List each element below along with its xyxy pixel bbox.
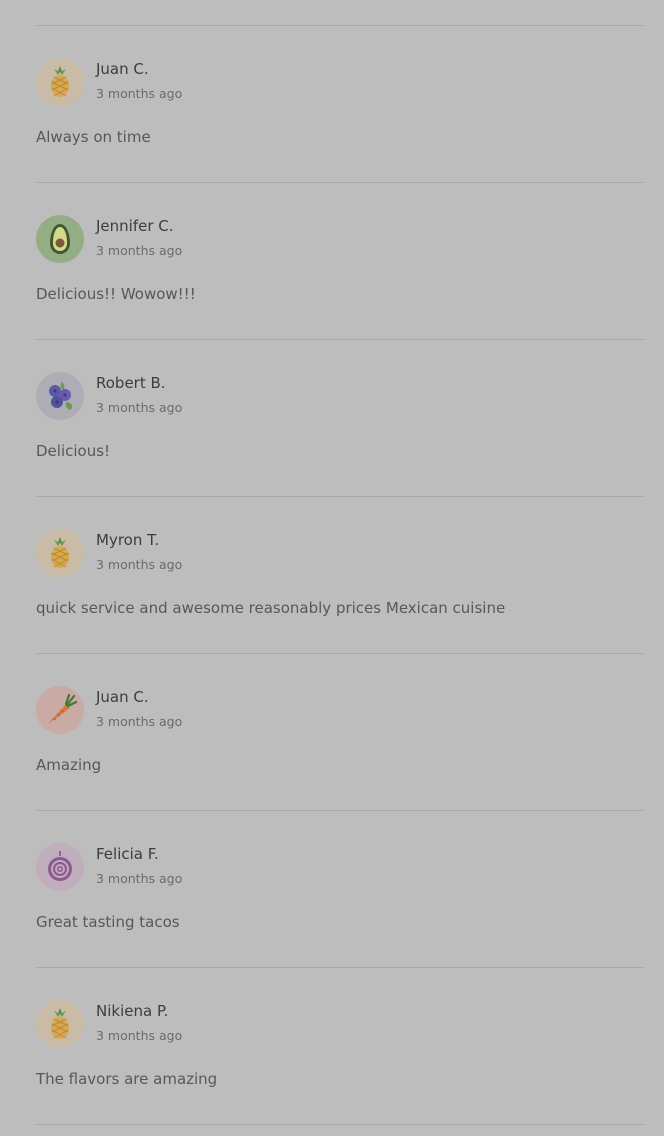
reviewer-name: Juan C. [96, 688, 149, 706]
pineapple-icon [36, 529, 84, 577]
review-text: The flavors are amazing [36, 1070, 218, 1088]
reviewer-name: Felicia F. [96, 845, 159, 863]
reviewer-name: Robert B. [96, 374, 166, 392]
pineapple-icon [36, 58, 84, 106]
reviewer-name: Nikiena P. [96, 1002, 169, 1020]
review-text: Delicious!! Wowow!!! [36, 285, 196, 303]
review-item: Nikiena P. 3 months ago The flavors are am… [36, 968, 644, 1125]
review-text: quick service and awesome reasonably pri… [36, 599, 506, 617]
avocado-icon [36, 215, 84, 263]
onion-icon [36, 843, 84, 891]
blueberry-icon [36, 372, 84, 420]
review-timestamp: 3 months ago [96, 86, 183, 101]
review-item: Jennifer C. 3 months ago Delicious!! Wowow… [36, 183, 644, 340]
review-item: Juan C. 3 months ago Always on time [36, 26, 644, 183]
review-item: Juan C. 3 months ago Amazing [36, 654, 644, 811]
review-text: Amazing [36, 756, 102, 774]
review-text: Great tasting tacos [36, 913, 180, 931]
review-timestamp: 3 months ago [96, 400, 183, 415]
review-text: Delicious! [36, 442, 111, 460]
review-timestamp: 3 months ago [96, 1028, 183, 1043]
reviewer-name: Myron T. [96, 531, 160, 549]
review-text: Always on time [36, 128, 151, 146]
review-item: Robert B. 3 months ago Delicious! [36, 340, 644, 497]
reviews-list: Juan C. 3 months ago Always on time Jennife… [36, 25, 644, 1125]
review-item: Felicia F. 3 months ago Great tasting taco… [36, 811, 644, 968]
carrot-icon [36, 686, 84, 734]
review-timestamp: 3 months ago [96, 243, 183, 258]
review-timestamp: 3 months ago [96, 714, 183, 729]
reviewer-name: Juan C. [96, 60, 149, 78]
pineapple-icon [36, 1000, 84, 1048]
review-timestamp: 3 months ago [96, 557, 183, 572]
review-timestamp: 3 months ago [96, 871, 183, 886]
reviewer-name: Jennifer C. [96, 217, 174, 235]
review-item: Myron T. 3 months ago quick service and aw… [36, 497, 644, 654]
